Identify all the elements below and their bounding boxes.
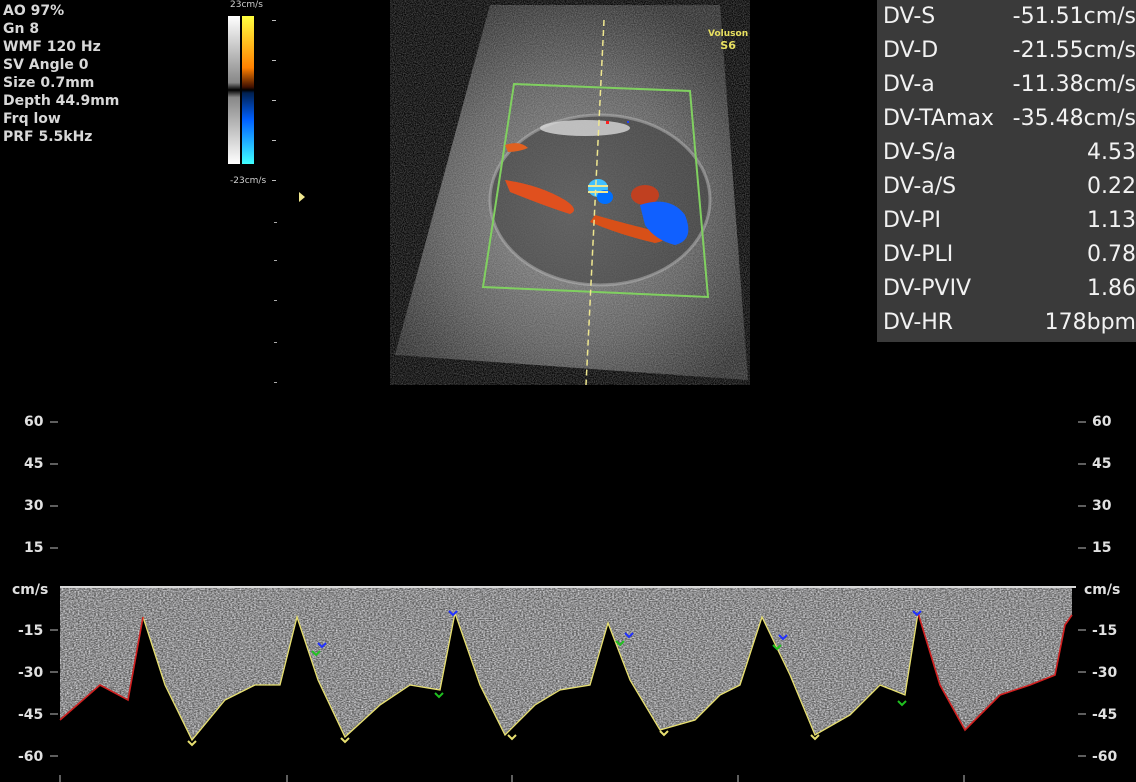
axis-right-tick: 60 (1092, 414, 1112, 430)
measure-row: DV-PVIV 1.86 (883, 272, 1136, 306)
measure-value: 1.86 (1087, 276, 1136, 301)
measure-label: DV-PVIV (883, 276, 972, 301)
axis-left-tick: 15 (24, 540, 44, 556)
axis-right-tick: -30 (1092, 665, 1118, 681)
axis-left-tick: -30 (18, 665, 44, 681)
param-gain: Gn 8 (3, 21, 40, 37)
focus-marker-icon (299, 192, 305, 202)
colorbar-bottom-label: -23cm/s (230, 176, 267, 186)
measure-label: DV-a/S (883, 174, 957, 199)
axis-right-tick: -60 (1092, 749, 1118, 765)
color-scale-bar (242, 16, 254, 164)
measure-label: DV-D (883, 38, 939, 63)
measure-label: DV-S (883, 4, 936, 29)
param-depth: Depth 44.9mm (3, 93, 120, 109)
param-size: Size 0.7mm (3, 75, 95, 91)
measure-label: DV-PLI (883, 242, 954, 267)
measure-row: DV-a/S 0.22 (883, 170, 1136, 204)
axis-left-unit: cm/s (12, 582, 49, 598)
axis-right-tick: -15 (1092, 623, 1118, 639)
axis-left-tick: -60 (18, 749, 44, 765)
measure-row: DV-TAmax -35.48cm/s (883, 102, 1136, 136)
measurement-panel: DV-S -51.51cm/s DV-D -21.55cm/s DV-a -11… (877, 0, 1136, 342)
measure-label: DV-TAmax (883, 106, 994, 131)
axis-right-tick: 15 (1092, 540, 1112, 556)
measure-label: DV-a (883, 72, 935, 97)
param-sv-angle: SV Angle 0 (3, 57, 89, 73)
measure-value: -21.55cm/s (1012, 38, 1136, 63)
axis-right-unit: cm/s (1084, 582, 1121, 598)
param-prf: PRF 5.5kHz (3, 129, 93, 145)
measure-row: DV-a -11.38cm/s (883, 68, 1136, 102)
measure-value: 1.13 (1087, 208, 1136, 233)
measure-row: DV-HR 178bpm (883, 306, 1136, 340)
axis-left-tick: -15 (18, 623, 44, 639)
brand-logo: Voluson S6 (708, 28, 748, 52)
param-ao: AO 97% (3, 3, 65, 19)
measure-value: 0.22 (1087, 174, 1136, 199)
brand-model: S6 (720, 39, 736, 52)
axis-left-tick: 30 (24, 498, 44, 514)
spectral-doppler-trace (50, 421, 1086, 782)
measure-row: DV-PLI 0.78 (883, 238, 1136, 272)
measure-value: 4.53 (1087, 140, 1136, 165)
measure-row: DV-D -21.55cm/s (883, 34, 1136, 68)
axis-right-tick: 45 (1092, 456, 1112, 472)
colorbar-top-label: 23cm/s (230, 0, 263, 10)
param-wmf: WMF 120 Hz (3, 39, 101, 55)
measure-value: -11.38cm/s (1012, 72, 1136, 97)
axis-left-tick: 60 (24, 414, 44, 430)
measure-value: -51.51cm/s (1012, 4, 1136, 29)
measure-value: -35.48cm/s (1012, 106, 1136, 131)
measure-label: DV-S/a (883, 140, 957, 165)
axis-left-tick: -45 (18, 707, 44, 723)
axis-left-tick: 45 (24, 456, 44, 472)
axis-right-tick: -45 (1092, 707, 1118, 723)
measure-label: DV-HR (883, 310, 954, 335)
color-velocity-bar: 23cm/s -23cm/s (228, 0, 288, 190)
ultrasound-bmode-image (395, 5, 748, 385)
measure-value: 178bpm (1044, 310, 1136, 335)
measure-value: 0.78 (1087, 242, 1136, 267)
measure-row: DV-PI 1.13 (883, 204, 1136, 238)
measure-row: DV-S -51.51cm/s (883, 0, 1136, 34)
acquisition-params: AO 97% Gn 8 WMF 120 Hz SV Angle 0 Size 0… (3, 2, 119, 146)
measure-label: DV-PI (883, 208, 942, 233)
axis-right-tick: 30 (1092, 498, 1112, 514)
measure-row: DV-S/a 4.53 (883, 136, 1136, 170)
grayscale-bar (228, 16, 240, 164)
param-frq: Frq low (3, 111, 61, 127)
